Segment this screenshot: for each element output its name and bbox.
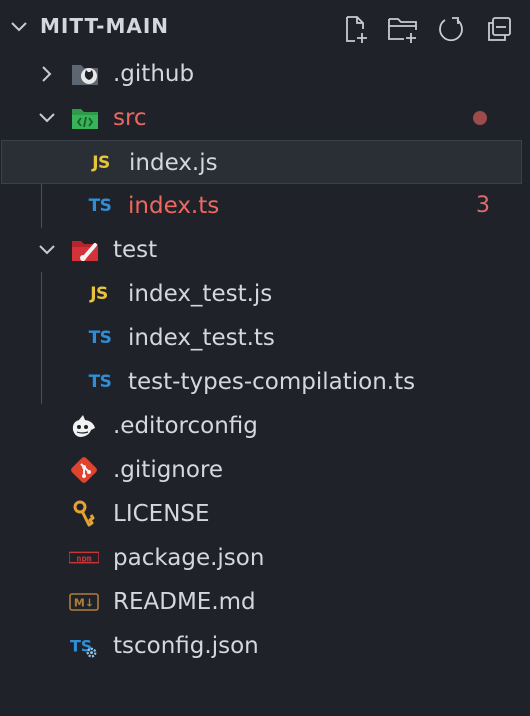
chevron-down-icon[interactable] [8,16,30,38]
svg-text:M↓: M↓ [74,597,94,610]
tree-item-gitignore[interactable]: .gitignore [0,448,530,492]
chevron-right-icon [42,66,52,82]
refresh-icon [439,17,463,42]
new-file-button[interactable] [338,12,372,46]
workspace-title: MITT-MAIN [40,14,170,38]
tree-item-label: README.md [113,589,256,615]
license-key-icon [69,500,99,528]
chevron-down-icon [39,113,55,123]
typescript-file-icon: TS [88,328,112,348]
svg-text:npm: npm [76,553,91,563]
tree-item-label: index.js [129,150,218,176]
javascript-file-icon: JS [90,284,108,304]
tree-item-github[interactable]: .github [0,52,530,96]
tree-item-index-ts[interactable]: TS index.ts 3 [0,184,530,228]
javascript-file-icon: JS [92,153,110,173]
tree-item-readme[interactable]: M↓ README.md [0,580,530,624]
tree-item-label: tsconfig.json [113,633,259,659]
tree-item-index-test-js[interactable]: JS index_test.js [0,272,530,316]
tsconfig-icon: TS [69,632,99,660]
new-folder-button[interactable] [386,12,420,46]
github-folder-icon [70,60,100,88]
src-folder-icon [70,104,100,132]
typescript-file-icon: TS [88,196,112,216]
tree-item-label: .github [113,61,195,87]
problems-count-badge: 3 [476,193,490,218]
collapse-all-button[interactable] [482,12,516,46]
explorer-panel: MITT-MAIN .github src JS index.js TS ind… [0,0,530,716]
tree-item-package-json[interactable]: npm package.json [0,536,530,580]
test-folder-icon [70,236,100,264]
tree-item-label: test-types-compilation.ts [128,369,416,395]
refresh-button[interactable] [434,12,468,46]
tree-item-label: LICENSE [113,501,210,527]
tree-item-label: index_test.ts [128,325,275,351]
error-status-dot [473,111,487,125]
chevron-down-icon [39,245,55,255]
npm-icon: npm [69,544,99,572]
tree-item-tsconfig[interactable]: TS tsconfig.json [0,624,530,668]
tree-item-index-test-ts[interactable]: TS index_test.ts [0,316,530,360]
explorer-header[interactable]: MITT-MAIN [0,0,530,52]
explorer-actions [338,12,516,46]
tree-item-index-js[interactable]: JS index.js [1,140,522,184]
tree-item-label: .gitignore [113,457,224,483]
tree-item-label: .editorconfig [113,413,258,439]
tree-item-license[interactable]: LICENSE [0,492,530,536]
tree-item-label: src [113,105,147,131]
git-icon [69,456,99,484]
new-file-icon [346,16,367,43]
tree-item-label: test [113,237,158,263]
tree-item-test[interactable]: test [0,228,530,272]
tree-item-test-types-compilation-ts[interactable]: TS test-types-compilation.ts [0,360,530,404]
tree-item-editorconfig[interactable]: .editorconfig [0,404,530,448]
collapse-all-icon [488,17,511,41]
editorconfig-icon [69,412,99,440]
markdown-icon: M↓ [69,588,99,616]
tree-item-label: index.ts [128,193,220,219]
tree-item-label: index_test.js [128,281,273,307]
tree-item-src[interactable]: src [0,96,530,140]
typescript-file-icon: TS [88,372,112,392]
new-folder-icon [388,18,417,43]
tree-item-label: package.json [113,545,265,571]
